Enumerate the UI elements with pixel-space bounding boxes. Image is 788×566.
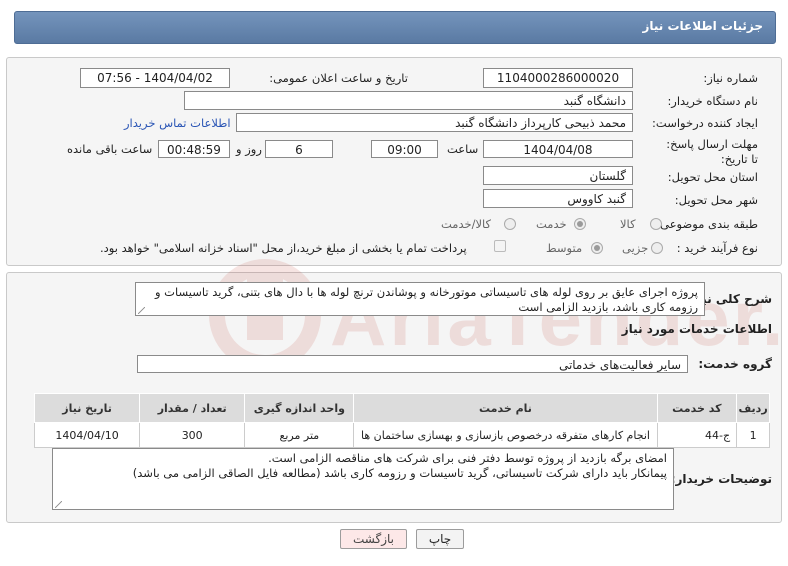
process-radio-minor[interactable] — [651, 242, 663, 254]
buyer-contact-link[interactable]: اطلاعات تماس خریدار — [124, 116, 231, 130]
cell-service-name: انجام کارهای متفرقه درخصوص بازسازی و بهس… — [353, 422, 658, 448]
province-label: استان محل تحویل: — [667, 170, 758, 184]
days-field: 6 — [265, 140, 333, 158]
category-radio-goods[interactable] — [650, 218, 662, 230]
category-option-service: خدمت — [536, 217, 567, 231]
services-table: ردیف کد خدمت نام خدمت واحد اندازه گیری ت… — [33, 393, 770, 448]
buyer-notes-textarea[interactable]: امضای برگه بازدید از پروژه توسط دفتر فنی… — [52, 448, 674, 510]
buyer-notes-line-1: امضای برگه بازدید از پروژه توسط دفتر فنی… — [268, 451, 667, 465]
resize-grip-icon[interactable] — [55, 501, 62, 508]
cell-unit: متر مربع — [244, 422, 355, 448]
treasury-checkbox[interactable] — [494, 240, 506, 252]
deadline-label: مهلت ارسال پاسخ: تا تاریخ: — [666, 137, 758, 166]
process-option-medium: متوسط — [546, 241, 583, 255]
category-radio-service[interactable] — [574, 218, 586, 230]
city-field: گنبد کاووس — [483, 189, 633, 208]
category-radio-goods-service[interactable] — [504, 218, 516, 230]
announce-field: 1404/04/02 - 07:56 — [80, 68, 230, 88]
deadline-time-field: 09:00 — [371, 140, 438, 158]
summary-text: پروژه اجرای عایق بر روی لوله های تاسیسات… — [154, 285, 698, 314]
buyer-label: نام دستگاه خریدار: — [667, 94, 758, 108]
page-title-bar: جزئیات اطلاعات نیاز — [14, 11, 776, 44]
cell-row-number: 1 — [736, 422, 770, 448]
table-row[interactable]: 1 ج-44 انجام کارهای متفرقه درخصوص بازساز… — [33, 422, 770, 448]
service-group-label: گروه خدمت: — [698, 357, 772, 371]
table-header-row: ردیف کد خدمت نام خدمت واحد اندازه گیری ت… — [33, 393, 770, 423]
category-label: طبقه بندی موضوعی: — [656, 217, 758, 231]
need-number-label: شماره نیاز: — [703, 71, 758, 85]
cell-quantity: 300 — [139, 422, 246, 448]
days-label: روز و — [236, 142, 262, 156]
deadline-date-field: 1404/04/08 — [483, 140, 633, 158]
col-row-number: ردیف — [736, 393, 770, 423]
col-quantity: تعداد / مقدار — [139, 393, 246, 423]
category-option-goods: کالا — [620, 217, 636, 231]
creator-field: محمد ذبیحی کارپرداز دانشگاه گنبد — [236, 113, 633, 132]
col-service-code: کد خدمت — [656, 393, 738, 423]
province-field: گلستان — [483, 166, 633, 185]
summary-textarea[interactable]: پروژه اجرای عایق بر روی لوله های تاسیسات… — [135, 282, 705, 316]
back-button[interactable]: بازگشت — [340, 529, 407, 549]
category-option-goods-service: کالا/خدمت — [441, 217, 492, 231]
process-radio-medium[interactable] — [591, 242, 603, 254]
creator-label: ایجاد کننده درخواست: — [652, 116, 758, 130]
services-section-title: اطلاعات خدمات مورد نیاز — [621, 322, 772, 336]
need-number-field: 1104000286000020 — [483, 68, 633, 88]
cell-need-date: 1404/04/10 — [33, 422, 141, 448]
deadline-time-label: ساعت — [447, 142, 479, 156]
col-service-name: نام خدمت — [353, 393, 658, 423]
process-option-minor: جزیی — [622, 241, 649, 255]
page-title: جزئیات اطلاعات نیاز — [642, 19, 763, 33]
resize-grip-icon[interactable] — [138, 307, 145, 314]
buyer-field: دانشگاه گنبد — [184, 91, 633, 110]
cell-service-code: ج-44 — [656, 422, 738, 448]
remaining-label: ساعت باقی مانده — [67, 142, 153, 156]
buyer-notes-label: توضیحات خریدار: — [670, 472, 772, 486]
service-group-field: سایر فعالیت‌های خدماتی — [137, 355, 688, 373]
city-label: شهر محل تحویل: — [674, 193, 758, 207]
print-button[interactable]: چاپ — [416, 529, 464, 549]
buyer-notes-line-2: پیمانکار باید دارای شرکت تاسیساتی، گرید … — [132, 466, 667, 480]
payment-note: پرداخت تمام یا بخشی از مبلغ خرید،از محل … — [100, 241, 467, 255]
remaining-time-field: 00:48:59 — [158, 140, 230, 158]
process-label: نوع فرآیند خرید : — [676, 241, 758, 255]
announce-label: تاریخ و ساعت اعلان عمومی: — [269, 71, 408, 85]
col-unit: واحد اندازه گیری — [244, 393, 355, 423]
col-need-date: تاریخ نیاز — [33, 393, 141, 423]
